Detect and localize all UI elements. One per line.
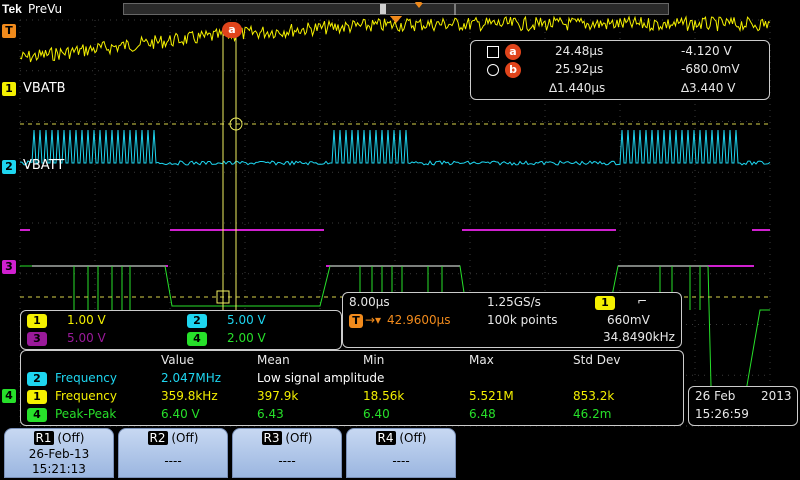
ch4-marker[interactable]: 4	[2, 389, 16, 403]
ch3-scale: 5.00 V	[67, 331, 106, 345]
cursor-a-time: 24.48µs	[555, 44, 604, 58]
cursor-delta-time: ∆1.440µs	[549, 81, 606, 95]
trigger-level: 660mV	[607, 313, 650, 327]
cursor-delta-value: ∆3.440 V	[681, 81, 736, 95]
ref-r3-button[interactable]: R3 (Off) ----	[232, 428, 342, 478]
ref-r2-id: R2	[147, 431, 168, 445]
ch1-scale: 1.00 V	[67, 313, 106, 327]
trigger-slope-icon: ⌐	[637, 294, 648, 308]
ref-r3-state: (Off)	[285, 431, 313, 445]
meas-row-2-badge: 1	[27, 390, 47, 404]
cursor-readout-panel[interactable]: a 24.48µs -4.120 V b 25.92µs -680.0mV ∆1…	[470, 40, 770, 100]
cursor-a-value: -4.120 V	[681, 44, 732, 58]
ref-r1-state: (Off)	[57, 431, 85, 445]
meas-header-value: Value	[161, 353, 194, 367]
meas-row-1-type: Frequency	[55, 371, 117, 385]
meas-header-min: Min	[363, 353, 385, 367]
trigger-level-marker[interactable]: T	[2, 24, 16, 38]
ref-r1-id: R1	[33, 431, 54, 445]
trigger-delay-arrow-icon: →▾	[365, 313, 382, 327]
ch4-scale: 2.00 V	[227, 331, 266, 345]
horizontal-scale: 8.00µs	[349, 295, 390, 309]
meas-row-3-min: 6.40	[363, 407, 390, 421]
trigger-delay-icon: T	[349, 314, 363, 328]
ch2-scale-badge: 2	[187, 314, 207, 328]
ref-r4-button[interactable]: R4 (Off) ----	[346, 428, 456, 478]
ref-r4-empty: ----	[392, 454, 410, 468]
channel-scale-panel[interactable]: 1 1.00 V 2 5.00 V 3 5.00 V 4 2.00 V	[20, 310, 342, 350]
ch3-marker[interactable]: 3	[2, 260, 16, 274]
cursor-b-badge: b	[505, 62, 521, 78]
meas-header-mean: Mean	[257, 353, 290, 367]
trigger-delay: 42.9600µs	[387, 313, 451, 327]
meas-row-2-min: 18.56k	[363, 389, 405, 403]
meas-row-3-max: 6.48	[469, 407, 496, 421]
ch3-scale-badge: 3	[27, 332, 47, 346]
ref-r4-state: (Off)	[399, 431, 427, 445]
ref-r1-button[interactable]: R1 (Off) 26-Feb-13 15:21:13	[4, 428, 114, 478]
cursor-a-badge: a	[505, 44, 521, 60]
meas-row-1-value: 2.047MHz	[161, 371, 222, 385]
date: 26 Feb	[695, 389, 736, 403]
meas-header-max: Max	[469, 353, 494, 367]
cursor-b-circle-icon	[487, 64, 499, 76]
meas-row-3-badge: 4	[27, 408, 47, 422]
ch1-scale-badge: 1	[27, 314, 47, 328]
ch2-label: VBATT	[23, 158, 65, 173]
ref-r3-empty: ----	[278, 454, 296, 468]
ch1-label: VBATB	[23, 81, 66, 96]
ref-r1-time: 15:21:13	[32, 462, 86, 476]
meas-row-1-status: Low signal amplitude	[257, 371, 385, 385]
meas-row-2-value: 359.8kHz	[161, 389, 218, 403]
ref-r4-id: R4	[375, 431, 396, 445]
ref-r2-button[interactable]: R2 (Off) ----	[118, 428, 228, 478]
trigger-source-badge: 1	[595, 296, 615, 310]
ch2-marker[interactable]: 2	[2, 160, 16, 174]
meas-row-1-badge: 2	[27, 372, 47, 386]
ch2-waveform	[19, 129, 771, 166]
record-bar-overlay	[380, 3, 456, 23]
ch2-scale: 5.00 V	[227, 313, 266, 327]
timebase-trigger-panel[interactable]: 8.00µs 1.25GS/s 1 ⌐ T →▾ 42.9600µs 100k …	[342, 292, 682, 348]
meas-row-2-type: Frequency	[55, 389, 117, 403]
record-view-window-icon	[380, 4, 386, 14]
sample-rate: 1.25GS/s	[487, 295, 541, 309]
meas-row-3-value: 6.40 V	[161, 407, 200, 421]
meas-row-3-std: 46.2m	[573, 407, 612, 421]
cursor-b-time: 25.92µs	[555, 62, 604, 76]
ref-r2-state: (Off)	[171, 431, 199, 445]
meas-row-2-max: 5.521M	[469, 389, 514, 403]
cursor-b-value: -680.0mV	[681, 62, 740, 76]
meas-row-2-mean: 397.9k	[257, 389, 299, 403]
datetime-panel[interactable]: 26 Feb 2013 15:26:59	[688, 386, 798, 426]
record-length: 100k points	[487, 313, 558, 327]
year: 2013	[761, 389, 792, 403]
measurements-panel[interactable]: Value Mean Min Max Std Dev 2 Frequency 2…	[20, 350, 684, 426]
cursor-a-marker[interactable]: a	[222, 22, 242, 38]
meas-row-3-type: Peak-Peak	[55, 407, 117, 421]
ch1-marker[interactable]: 1	[2, 82, 16, 96]
time: 15:26:59	[695, 407, 749, 421]
cursor-a-square-icon	[487, 46, 499, 58]
ref-r3-id: R3	[261, 431, 282, 445]
meas-row-3-mean: 6.43	[257, 407, 284, 421]
ref-r2-empty: ----	[164, 454, 182, 468]
meas-header-stddev: Std Dev	[573, 353, 621, 367]
trigger-frequency: 34.8490kHz	[603, 330, 675, 344]
meas-row-2-std: 853.2k	[573, 389, 615, 403]
ch4-scale-badge: 4	[187, 332, 207, 346]
record-trigger-marker-icon	[415, 3, 423, 8]
ref-r1-date: 26-Feb-13	[28, 447, 90, 461]
trigger-position-icon	[390, 16, 402, 23]
